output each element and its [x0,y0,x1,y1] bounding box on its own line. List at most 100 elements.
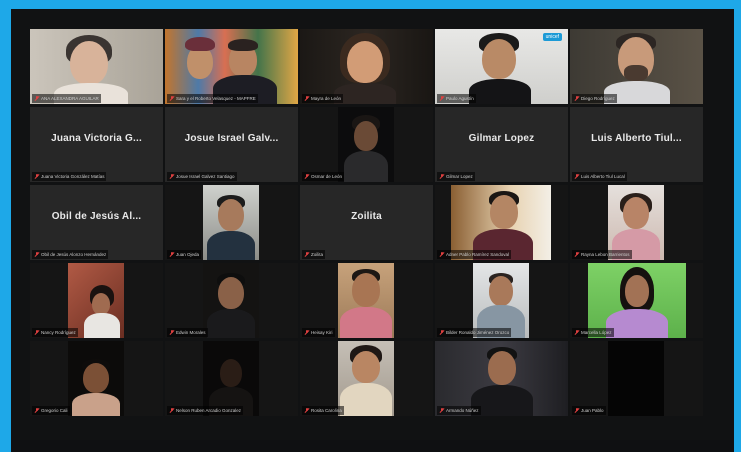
muted-mic-icon [440,96,444,101]
participant-tile[interactable]: ANA ALEXANDRA AGUILAR [30,29,163,104]
participant-tile[interactable]: Armando Núñez [435,341,568,416]
muted-mic-icon [35,174,39,179]
participant-tile-active-speaker[interactable]: Sara y el Roberto Velasquez - MAPFRE [165,29,298,104]
meeting-bottom-strip [11,440,734,452]
participant-name-label: Josue Israel Galvez Santiago [167,172,237,181]
muted-mic-icon [575,408,579,413]
muted-mic-icon [305,174,309,179]
muted-mic-icon [305,96,309,101]
participant-tile[interactable]: Juan Ojeda [165,185,298,260]
participant-tile[interactable]: Mayra de León [300,29,433,104]
muted-mic-icon [440,330,444,335]
participant-tile[interactable]: Heisay Kiri [300,263,433,338]
video-feed [300,29,433,104]
participant-tile[interactable]: Osmar de León [300,107,433,182]
participant-name-label: Rosita Carolina [302,406,344,415]
muted-mic-icon [575,174,579,179]
muted-mic-icon [170,330,174,335]
participant-name-label: Diego Rodríguez [572,94,617,103]
video-feed [435,341,568,416]
muted-mic-icon [35,252,39,257]
muted-mic-icon [305,252,309,257]
participant-name-label: Adner Pablo Ramírez Sandoval [437,250,512,259]
muted-mic-icon [575,96,579,101]
participant-name-label: Luis Alberto Tiul Lucal [572,172,627,181]
participant-name-label: Rayna Lebon Barrientos [572,250,632,259]
screenshot-frame: ANA ALEXANDRA AGUILAR Sara y el Roberto … [0,0,741,452]
muted-mic-icon [440,174,444,179]
participant-display-name: Gilmar Lopez [468,133,535,144]
muted-mic-icon [170,174,174,179]
participant-tile[interactable]: Bilder Ronaldo Jiménez Orozco [435,263,568,338]
participant-tile[interactable]: Marcella López [570,263,703,338]
participant-gallery: ANA ALEXANDRA AGUILAR Sara y el Roberto … [30,29,704,420]
muted-mic-icon [440,252,444,257]
participant-name-label: Sara y el Roberto Velasquez - MAPFRE [167,94,258,103]
video-feed [30,29,163,104]
video-feed [165,29,298,104]
video-feed [68,341,124,416]
muted-mic-icon [575,330,579,335]
video-feed [608,341,664,416]
left-accent-bar [0,0,11,452]
participant-name-label: Heisay Kiri [302,328,335,337]
participant-name-label: Mayra de León [302,94,344,103]
participant-tile[interactable]: Gilmar Lopez Gilmar Lopez [435,107,568,182]
participant-name-label: ANA ALEXANDRA AGUILAR [32,94,101,103]
participant-name-label: Zoilita [302,250,326,259]
participant-name-label: Marcella López [572,328,614,337]
video-feed [588,263,686,338]
muted-mic-icon [35,96,39,101]
participant-tile[interactable]: Nelson Ruben Arcadio Gonzalez [165,341,298,416]
participant-tile[interactable]: Juan Pablo [570,341,703,416]
participant-tile[interactable]: Edwin Morales [165,263,298,338]
participant-display-name: Juana Victoria G... [51,133,142,144]
participant-tile[interactable]: Rayna Lebon Barrientos [570,185,703,260]
participant-tile[interactable]: Luis Alberto Tiul... Luis Alberto Tiul L… [570,107,703,182]
video-feed [338,107,394,182]
participant-tile[interactable]: Nancy Rodríguez [30,263,163,338]
participant-name-label: Edwin Morales [167,328,208,337]
participant-tile[interactable]: Adner Pablo Ramírez Sandoval [435,185,568,260]
participant-name-label: Armando Núñez [437,406,481,415]
video-feed [608,185,664,260]
video-feed [203,263,259,338]
participant-name-label: Nelson Ruben Arcadio Gonzalez [167,406,244,415]
participant-tile[interactable]: unicef Paulo Agustín [435,29,568,104]
muted-mic-icon [305,330,309,335]
participant-name-label: Paulo Agustín [437,94,476,103]
muted-mic-icon [575,252,579,257]
participant-tile[interactable]: Josue Israel Galv... Josue Israel Galvez… [165,107,298,182]
participant-name-label: Gregorio Cali [32,406,70,415]
participant-tile[interactable]: Diego Rodríguez [570,29,703,104]
participant-name-label: Juana Victoria González Matías [32,172,107,181]
video-feed [68,263,124,338]
video-feed [451,185,551,260]
participant-name-label: Juan Ojeda [167,250,202,259]
participant-display-name: Luis Alberto Tiul... [591,133,682,144]
muted-mic-icon [440,408,444,413]
participant-tile[interactable]: Juana Victoria G... Juana Victoria Gonzá… [30,107,163,182]
participant-name-label: Bilder Ronaldo Jiménez Orozco [437,328,512,337]
muted-mic-icon [305,408,309,413]
participant-display-name: Zoilita [351,211,382,222]
video-feed [338,263,394,338]
participant-tile[interactable]: Rosita Carolina [300,341,433,416]
participant-name-label: Nancy Rodríguez [32,328,78,337]
participant-display-name: Obil de Jesús Al... [51,211,142,222]
participant-tile[interactable]: Obil de Jesús Al... Obil de Jesús Alonzo… [30,185,163,260]
video-feed [203,185,259,260]
participant-name-label: Gilmar Lopez [437,172,475,181]
participant-name-label: Obil de Jesús Alonzo Hernández [32,250,109,259]
muted-mic-icon [170,96,174,101]
video-feed [338,341,394,416]
unicef-badge: unicef [542,33,562,41]
participant-tile[interactable]: Gregorio Cali [30,341,163,416]
video-feed [203,341,259,416]
muted-mic-icon [170,408,174,413]
top-accent-bar [0,0,741,9]
muted-mic-icon [35,408,39,413]
video-feed [473,263,529,338]
participant-tile[interactable]: Zoilita Zoilita [300,185,433,260]
participant-display-name: Josue Israel Galv... [184,133,279,144]
